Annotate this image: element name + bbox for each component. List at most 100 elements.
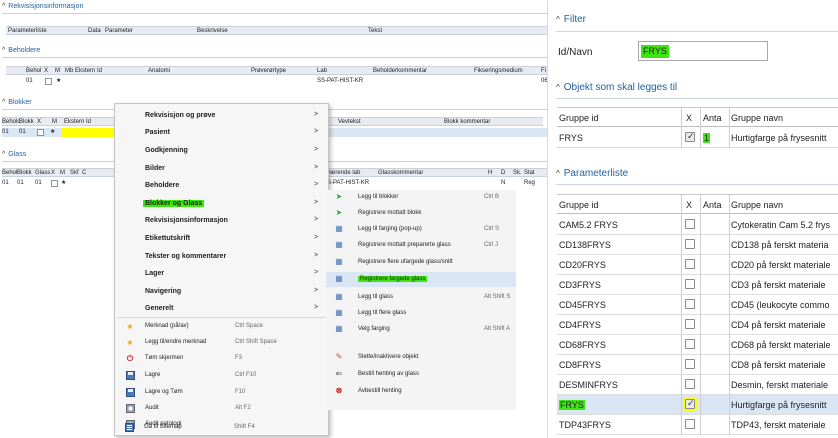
submenu-item-registrere-preparerte-glass[interactable]: ▦ Registrere mottatt preparerte glass Ctrl… <box>326 238 516 253</box>
menu-action-merknad[interactable]: ★ Merknad (på/av) Ctrl Space <box>115 319 328 335</box>
menu-item-blokker-og-glass[interactable]: Blokker og Glass > <box>115 196 328 212</box>
menu-action-sitemap[interactable]: Gå til Sitemap Shift F4 <box>114 420 327 436</box>
menu-item-bilder[interactable]: Bilder > <box>115 161 328 177</box>
objekt-row[interactable]: FRYS 1 Hurtigfarge på frysesnitt <box>557 128 838 148</box>
menu-item-pasient[interactable]: Pasient > <box>115 125 328 141</box>
column-separator <box>729 195 730 215</box>
audit-icon <box>125 404 135 414</box>
column-separator <box>700 335 701 355</box>
menu-item-etikettutskrift[interactable]: Etikettutskrift > <box>115 231 328 247</box>
checkbox[interactable] <box>683 397 697 411</box>
section-header-glass[interactable]: ^ Glass <box>2 151 26 158</box>
parameter-row[interactable]: FRYS Hurtigfarge på frysesnitt <box>557 395 838 415</box>
menu-action-audit[interactable]: Audit Alt F2 <box>115 401 328 417</box>
gruppe-id: CD45FRYS <box>559 300 606 310</box>
checkbox[interactable] <box>685 259 695 269</box>
checkbox[interactable] <box>685 219 695 229</box>
checkbox[interactable] <box>685 419 695 429</box>
grid-icon: ▦ <box>335 274 343 283</box>
menu-item-beholdere[interactable]: Beholdere > <box>115 178 328 194</box>
checkbox[interactable] <box>685 299 695 309</box>
parameter-row[interactable]: CD8FRYS CD8 på ferskt materiale <box>557 355 838 375</box>
parameter-row[interactable]: CD3FRYS CD3 på ferskt materiale <box>557 275 838 295</box>
submenu-item-legg-til-flere-glass[interactable]: ▦ Legg til flere glass <box>326 306 516 321</box>
gruppe-id: CD138FRYS <box>559 240 611 250</box>
submenu-item-velg-farging[interactable]: ▦ Velg farging Alt Shift A <box>326 322 516 337</box>
submenu-item-registrere-ufargede-glass[interactable]: ▦ Registrere flere ufargede glass/snitt <box>326 255 516 270</box>
chevron-right-icon: > <box>314 181 319 188</box>
menu-item-navigering[interactable]: Navigering > <box>115 284 328 300</box>
menu-item-rekvisisjon-og-prove[interactable]: Rekvisisjon og prøve > <box>115 108 328 124</box>
star-icon[interactable]: ★ <box>56 77 61 84</box>
checkbox[interactable] <box>685 279 695 289</box>
checkbox[interactable] <box>685 339 695 349</box>
arrow-icon: ➤ <box>335 192 343 201</box>
menu-action-legg-til-merknad[interactable]: ★ Legg til/endre merknad Ctrl Shift Space <box>115 335 328 351</box>
parameter-row[interactable]: CD45FRYS CD45 (leukocyte commo <box>557 295 838 315</box>
column-separator <box>700 255 701 275</box>
parameter-row[interactable]: CAM5.2 FRYS Cytokeratin Cam 5.2 frys <box>557 215 838 235</box>
parameter-row[interactable]: CD20FRYS CD20 på ferskt materiale <box>557 255 838 275</box>
filter-input[interactable]: FRYS <box>638 41 768 61</box>
grid-icon: ▦ <box>335 224 343 233</box>
ekstern-id-input[interactable] <box>62 128 116 137</box>
section-header-beholdere[interactable]: ^ Beholdere <box>2 47 40 54</box>
section-header-blokker[interactable]: ^ Blokker <box>2 99 32 106</box>
menu-action-lagre-og-tom[interactable]: Lagre og Tøm F10 <box>115 385 328 401</box>
column-separator <box>729 215 730 235</box>
column-separator <box>729 235 730 255</box>
menu-item-generelt[interactable]: Generelt > <box>115 301 328 317</box>
star-icon[interactable]: ★ <box>61 179 66 186</box>
submenu-item-bestill-henting[interactable]: ⇐ Bestill henting av glass <box>326 367 516 382</box>
checkbox[interactable] <box>685 131 695 142</box>
gruppe-id: CD8FRYS <box>559 360 601 370</box>
chevron-right-icon: > <box>314 269 319 276</box>
divider <box>556 184 838 185</box>
checkbox[interactable] <box>685 359 695 369</box>
submenu-item-registrere-mottatt-blokk[interactable]: ➤ Registrere mottatt blokk <box>326 206 516 221</box>
submenu-item-registrere-fargede-glass[interactable]: ▦ Registrere fargede glass <box>326 272 516 287</box>
menu-action-lagre[interactable]: Lagre Ctrl F10 <box>115 368 328 384</box>
parameter-row[interactable]: TDP43FRYS TDP43, ferskt materiale <box>557 415 838 435</box>
column-separator <box>700 395 701 415</box>
submenu-item-legg-til-glass[interactable]: ▦ Legg til glass Alt Shift S <box>326 290 516 305</box>
parameter-row[interactable]: CD138FRYS CD138 på ferskt materia <box>557 235 838 255</box>
chevron-right-icon: > <box>314 304 319 311</box>
checkbox[interactable] <box>51 180 58 187</box>
chevron-up-icon: ^ <box>556 83 560 92</box>
chevron-up-icon: ^ <box>2 3 6 10</box>
menu-item-tekster-og-kommentarer[interactable]: Tekster og kommentarer > <box>115 249 328 265</box>
gruppe-navn: CD20 på ferskt materiale <box>731 260 831 270</box>
checkbox[interactable] <box>45 78 52 85</box>
submenu-item-slette[interactable]: ✎ Slette/inaktivere objekt <box>326 350 516 365</box>
menu-item-godkjenning[interactable]: Godkjenning > <box>115 143 328 159</box>
checkbox[interactable] <box>685 319 695 329</box>
parameterliste-header[interactable]: ^ Parameterliste <box>556 168 628 179</box>
chevron-right-icon: > <box>314 252 319 259</box>
parameter-row[interactable]: CD68FRYS CD68 på ferskt materiale <box>557 335 838 355</box>
parameter-row[interactable]: CD4FRYS CD4 på ferskt materiale <box>557 315 838 335</box>
column-separator <box>729 415 730 435</box>
checkbox[interactable] <box>37 129 44 136</box>
checkbox[interactable] <box>685 379 695 389</box>
column-separator <box>681 235 682 255</box>
column-separator <box>700 315 701 335</box>
filter-header[interactable]: ^ Filter <box>556 14 586 25</box>
checkbox[interactable] <box>685 239 695 249</box>
back-arrow-icon: ⇐ <box>335 369 343 378</box>
objekt-header[interactable]: ^ Objekt som skal legges til <box>556 82 677 93</box>
column-separator <box>681 108 682 128</box>
gruppe-navn: Cytokeratin Cam 5.2 frys <box>731 220 831 230</box>
submenu-item-legg-til-farging[interactable]: ▦ Legg til farging (pop-up) Ctrl S <box>326 222 516 237</box>
section-header-rekv[interactable]: ^ Rekvisisjonsinformasjon <box>2 3 83 10</box>
beholdere-row[interactable]: 01 ★ SS-PAT-HIST-KR 06 <box>6 77 548 86</box>
column-separator <box>681 335 682 355</box>
menu-action-tom-skjermen[interactable]: ⏻ Tøm skjermen F3 <box>115 351 328 367</box>
parameter-row[interactable]: DESMINFRYS Desmin, ferskt materiale <box>557 375 838 395</box>
submenu-item-legg-til-blokker[interactable]: ➤ Legg til blokker Ctrl B <box>326 190 516 205</box>
menu-item-rekvisisjonsinformasjon[interactable]: Rekvisisjonsinformasjon > <box>115 213 328 229</box>
parameter-header-row: Gruppe id X Anta Gruppe navn <box>557 194 838 215</box>
menu-item-lager[interactable]: Lager > <box>115 266 328 282</box>
submenu-item-avbestill-henting[interactable]: ⊗ Avbestill henting <box>326 384 516 399</box>
star-icon[interactable]: ★ <box>50 128 55 135</box>
